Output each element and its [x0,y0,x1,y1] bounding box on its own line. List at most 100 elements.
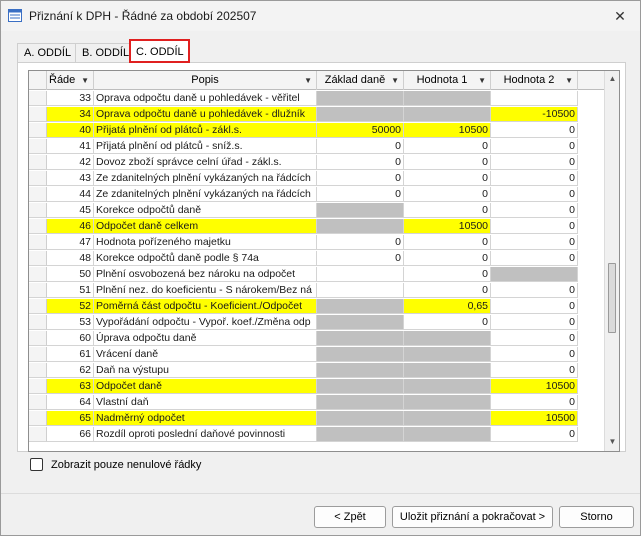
table-row[interactable]: 34 Oprava odpočtu daně u pohledávek - dlu… [29,107,605,122]
value-1-cell[interactable]: 0 [404,155,491,170]
tax-base-cell[interactable]: 0 [317,235,404,250]
scrollbar-thumb[interactable] [608,263,616,333]
vertical-scrollbar[interactable]: ▲ ▼ [604,71,619,451]
table-row[interactable]: 62 Daň na výstupu 0 [29,363,605,378]
value-1-cell[interactable]: 0 [404,171,491,186]
value-2-cell[interactable]: 0 [491,203,578,218]
value-2-cell[interactable]: 10500 [491,379,578,394]
row-selector[interactable] [29,315,47,330]
value-2-cell[interactable]: 0 [491,427,578,442]
value-1-cell[interactable]: 0 [404,203,491,218]
row-selector[interactable] [29,363,47,378]
value-2-cell[interactable]: 0 [491,315,578,330]
value-2-cell[interactable]: 0 [491,347,578,362]
table-row[interactable]: 61 Vrácení daně 0 [29,347,605,362]
value-1-cell[interactable]: 0 [404,283,491,298]
value-2-cell[interactable]: 0 [491,283,578,298]
value-1-cell[interactable]: 10500 [404,123,491,138]
row-selector[interactable] [29,235,47,250]
row-selector[interactable] [29,251,47,266]
value-1-cell[interactable]: 0,65 [404,299,491,314]
value-1-cell[interactable]: 10500 [404,219,491,234]
tax-base-cell[interactable]: 0 [317,139,404,154]
row-selector[interactable] [29,219,47,234]
row-selector[interactable] [29,347,47,362]
value-2-cell[interactable]: 0 [491,251,578,266]
value-1-cell[interactable]: 0 [404,251,491,266]
tax-base-cell[interactable]: 50000 [317,123,404,138]
row-selector[interactable] [29,283,47,298]
value-2-cell[interactable]: 0 [491,363,578,378]
table-row[interactable]: 60 Úprava odpočtu daně 0 [29,331,605,346]
table-row[interactable]: 41 Přijatá plnění od plátců - sníž.s. 0 0 0 [29,139,605,154]
table-row[interactable]: 42 Dovoz zboží správce celní úřad - zákl.… [29,155,605,170]
table-row[interactable]: 63 Odpočet daně 10500 [29,379,605,394]
row-selector[interactable] [29,107,47,122]
tab-oddil-b[interactable]: B. ODDÍL [75,43,131,63]
chevron-down-icon[interactable]: ▼ [391,72,399,90]
row-selector[interactable] [29,331,47,346]
row-selector[interactable] [29,299,47,314]
row-selector[interactable] [29,91,47,106]
value-1-cell[interactable]: 0 [404,315,491,330]
table-row[interactable]: 44 Ze zdanitelných plnění vykázaných na ř… [29,187,605,202]
nonzero-filter-checkbox[interactable] [30,458,43,471]
value-2-cell[interactable]: 0 [491,187,578,202]
chevron-down-icon[interactable]: ▼ [565,72,573,90]
value-2-cell[interactable]: 0 [491,123,578,138]
row-selector[interactable] [29,187,47,202]
row-selector[interactable] [29,123,47,138]
tax-base-cell[interactable] [317,267,404,282]
value-2-cell[interactable]: 0 [491,171,578,186]
scroll-up-icon[interactable]: ▲ [605,72,619,86]
column-header-value-1[interactable]: Hodnota 1 ▼ [404,71,491,90]
row-selector[interactable] [29,411,47,426]
value-2-cell[interactable]: 0 [491,331,578,346]
row-selector[interactable] [29,139,47,154]
table-row[interactable]: 45 Korekce odpočtů daně 0 0 [29,203,605,218]
chevron-down-icon[interactable]: ▼ [478,72,486,90]
row-selector[interactable] [29,379,47,394]
chevron-down-icon[interactable]: ▼ [81,72,89,90]
tab-oddil-c[interactable]: C. ODDÍL [129,39,190,63]
tax-base-cell[interactable]: 0 [317,187,404,202]
table-row[interactable]: 66 Rozdíl oproti poslední daňové povinnos… [29,427,605,442]
cancel-button[interactable]: Storno [559,506,634,528]
value-2-cell[interactable]: 0 [491,219,578,234]
table-row[interactable]: 50 Plnění osvobozená bez nároku na odpoče… [29,267,605,282]
table-row[interactable]: 43 Ze zdanitelných plnění vykázaných na ř… [29,171,605,186]
table-row[interactable]: 46 Odpočet daně celkem 10500 0 [29,219,605,234]
table-row[interactable]: 51 Plnění nez. do koeficientu - S nárokem… [29,283,605,298]
row-selector[interactable] [29,171,47,186]
table-row[interactable]: 33 Oprava odpočtu daně u pohledávek - věř… [29,91,605,106]
value-2-cell[interactable]: 0 [491,235,578,250]
nonzero-filter[interactable]: Zobrazit pouze nenulové řádky [30,458,201,471]
value-2-cell[interactable]: 0 [491,395,578,410]
row-selector[interactable] [29,395,47,410]
table-row[interactable]: 64 Vlastní daň 0 [29,395,605,410]
table-row[interactable]: 53 Vypořádání odpočtu - Vypoř. koef./Změn… [29,315,605,330]
value-2-cell[interactable]: 0 [491,139,578,154]
value-1-cell[interactable]: 0 [404,235,491,250]
chevron-down-icon[interactable]: ▼ [304,72,312,90]
value-1-cell[interactable]: 0 [404,139,491,154]
value-2-cell[interactable]: 0 [491,299,578,314]
table-row[interactable]: 52 Poměrná část odpočtu - Koeficient./Odp… [29,299,605,314]
column-header-tax-base[interactable]: Základ daně ▼ [317,71,404,90]
column-header-row[interactable]: Řáde ▼ [47,71,94,90]
value-1-cell[interactable]: 0 [404,267,491,282]
value-2-cell[interactable] [491,91,578,106]
row-selector[interactable] [29,427,47,442]
back-button[interactable]: < Zpět [314,506,386,528]
value-1-cell[interactable]: 0 [404,187,491,202]
table-row[interactable]: 65 Nadměrný odpočet 10500 [29,411,605,426]
column-header-description[interactable]: Popis ▼ [94,71,317,90]
row-selector[interactable] [29,203,47,218]
tab-oddil-a[interactable]: A. ODDÍL [17,43,77,63]
column-header-value-2[interactable]: Hodnota 2 ▼ [491,71,578,90]
table-row[interactable]: 48 Korekce odpočtů daně podle § 74a 0 0 0 [29,251,605,266]
scroll-down-icon[interactable]: ▼ [605,435,619,449]
table-row[interactable]: 47 Hodnota pořízeného majetku 0 0 0 [29,235,605,250]
tax-base-cell[interactable]: 0 [317,155,404,170]
tax-base-cell[interactable] [317,283,404,298]
